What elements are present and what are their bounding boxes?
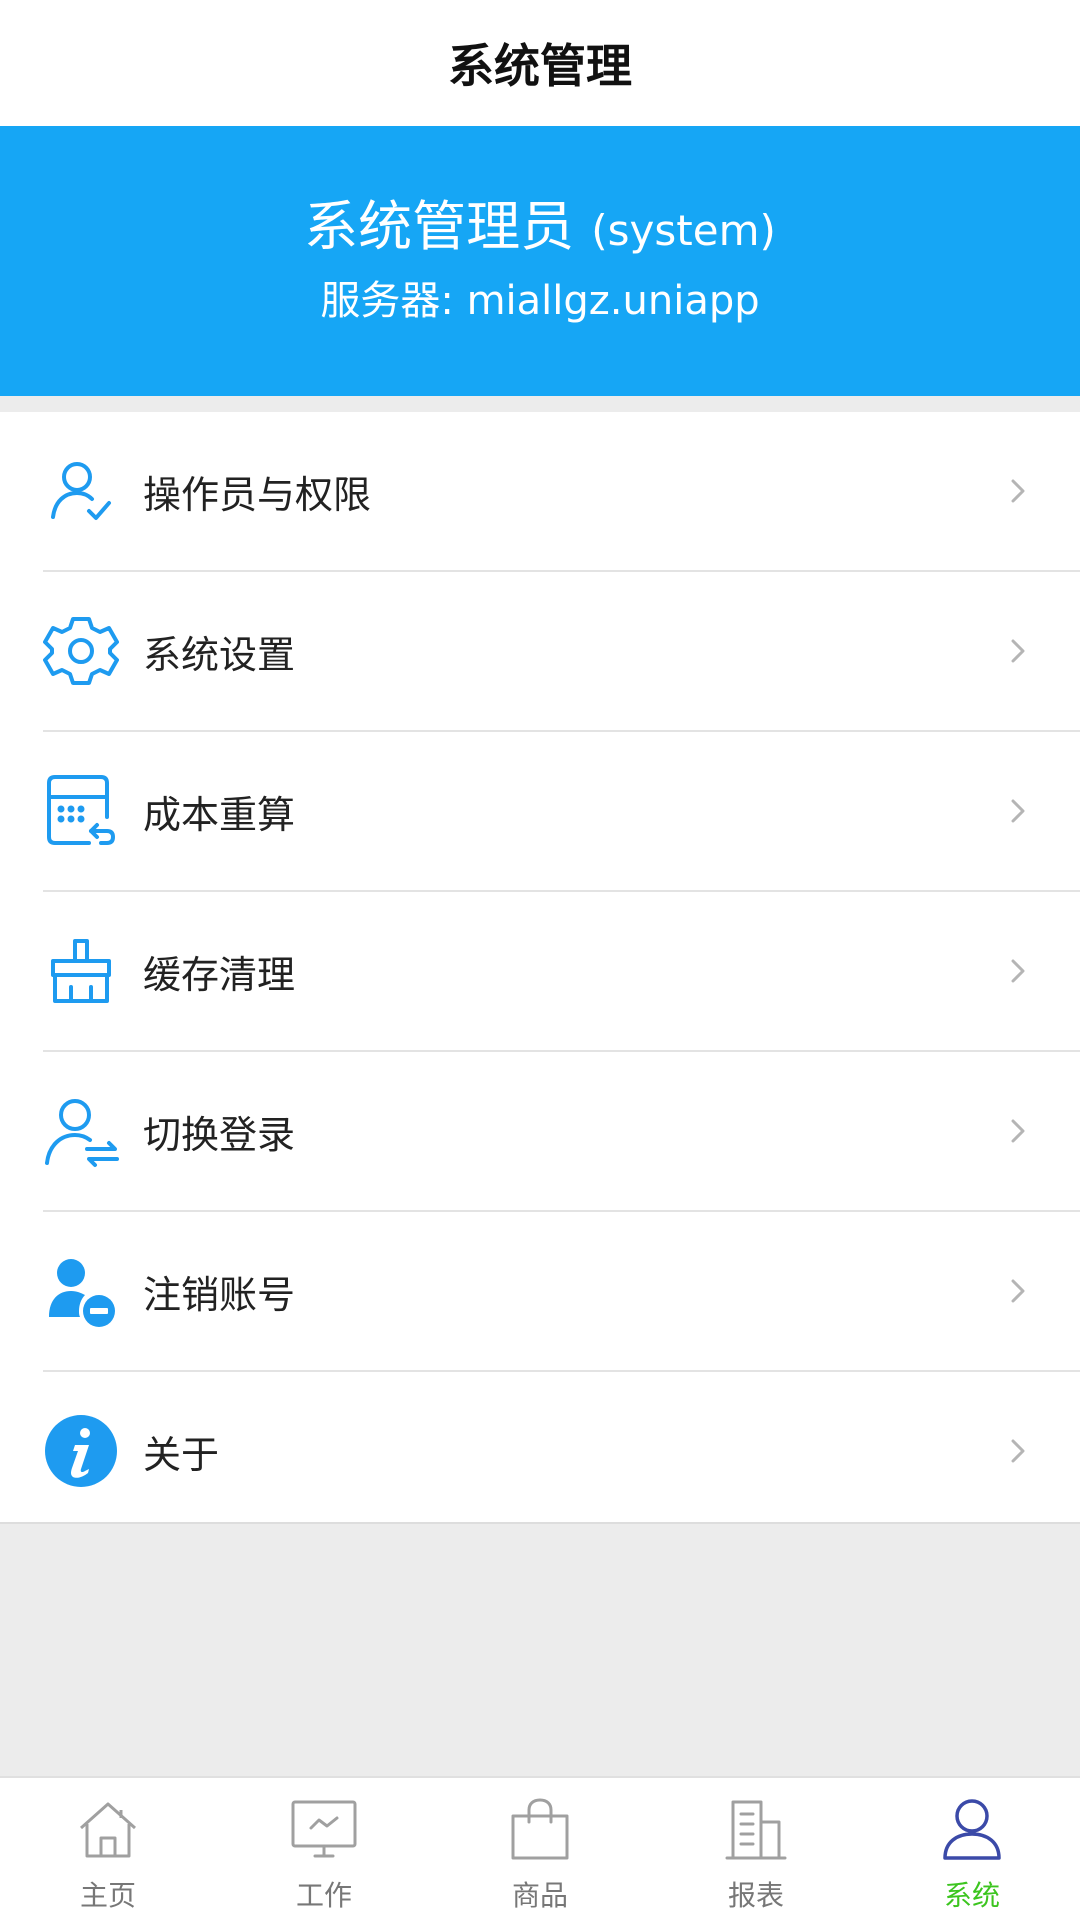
menu-item-system-settings[interactable]: 系统设置 (43, 572, 1080, 732)
menu-item-label: 切换登录 (143, 1112, 296, 1157)
menu-item-switch-login[interactable]: 切换登录 (43, 1052, 1080, 1212)
menu-list: 操作员与权限 系统设置 成本重算 缓存清理 切换登录 注销账号 关于 (0, 412, 1080, 1522)
menu-item-label: 缓存清理 (143, 952, 296, 997)
menu-item-operators[interactable]: 操作员与权限 (43, 412, 1080, 572)
profile-name-line: 系统管理员 (system) (304, 191, 776, 267)
user-icon (937, 1794, 1007, 1864)
profile-user-id: (system) (591, 206, 776, 255)
menu-item-label: 注销账号 (143, 1272, 296, 1317)
divider (0, 1522, 1080, 1524)
tab-label: 主页 (79, 1879, 136, 1912)
tab-label: 报表 (727, 1879, 784, 1912)
calculator-icon (43, 773, 119, 849)
nav-bar: 系统管理 (0, 0, 1080, 126)
tab-label: 商品 (511, 1879, 568, 1912)
menu-item-cost-recalc[interactable]: 成本重算 (43, 732, 1080, 892)
tab-bar: 主页 工作 商品 报表 系统 (0, 1776, 1080, 1922)
chevron-right-icon (998, 791, 1038, 831)
menu-item-label: 操作员与权限 (143, 472, 372, 517)
user-check-icon (43, 453, 119, 529)
chevron-right-icon (998, 631, 1038, 671)
info-icon (43, 1413, 119, 1489)
monitor-icon (289, 1794, 359, 1864)
shopping-bag-icon (505, 1794, 575, 1864)
tab-goods[interactable]: 商品 (432, 1778, 648, 1922)
menu-item-label: 系统设置 (143, 632, 296, 677)
chevron-right-icon (998, 1111, 1038, 1151)
chevron-right-icon (998, 471, 1038, 511)
page-title: 系统管理 (448, 39, 632, 93)
broom-icon (43, 933, 119, 1009)
menu-item-label: 成本重算 (143, 792, 296, 837)
tab-reports[interactable]: 报表 (648, 1778, 864, 1922)
user-remove-icon (43, 1253, 119, 1329)
gear-icon (43, 613, 119, 689)
profile-name: 系统管理员 (304, 195, 575, 258)
user-switch-icon (43, 1093, 119, 1169)
menu-item-cache-clear[interactable]: 缓存清理 (43, 892, 1080, 1052)
tab-label: 系统 (943, 1879, 1000, 1912)
menu-item-logout-account[interactable]: 注销账号 (43, 1212, 1080, 1372)
tab-work[interactable]: 工作 (216, 1778, 432, 1922)
profile-banner: 系统管理员 (system) 服务器: miallgz.uniapp (0, 126, 1080, 396)
chevron-right-icon (998, 1271, 1038, 1311)
tab-label: 工作 (295, 1879, 352, 1912)
menu-item-about[interactable]: 关于 (43, 1372, 1080, 1530)
chevron-right-icon (998, 1431, 1038, 1471)
chevron-right-icon (998, 951, 1038, 991)
building-icon (721, 1794, 791, 1864)
tab-home[interactable]: 主页 (0, 1778, 216, 1922)
profile-server: 服务器: miallgz.uniapp (320, 278, 760, 324)
tab-system[interactable]: 系统 (864, 1778, 1080, 1922)
menu-item-label: 关于 (143, 1432, 220, 1477)
home-icon (73, 1794, 143, 1864)
